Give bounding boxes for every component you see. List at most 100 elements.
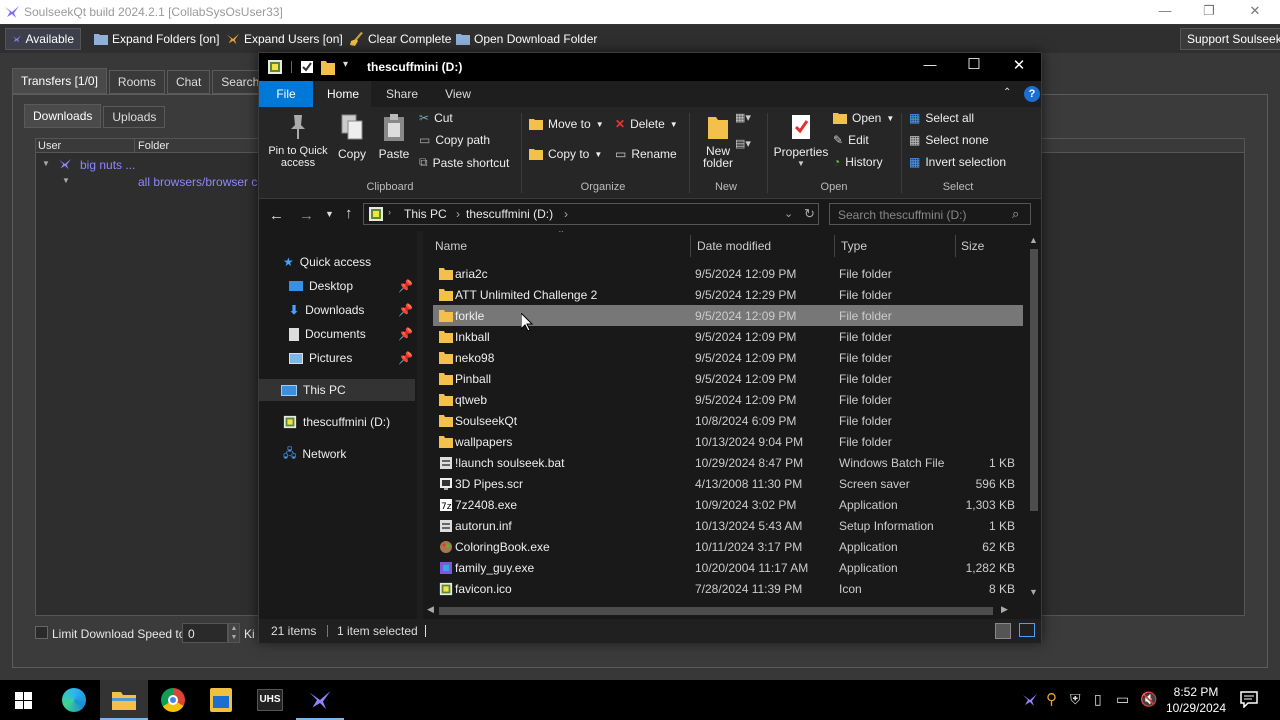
expand-users-button[interactable]: Expand Users [on]: [220, 28, 349, 50]
tray-search-icon[interactable]: ⚲: [1046, 690, 1057, 708]
pin-icon[interactable]: 📌: [398, 327, 413, 341]
tab-share[interactable]: Share: [375, 81, 429, 107]
file-row[interactable]: 7z 7z2408.exe 10/9/2024 3:02 PM Application…: [433, 494, 1023, 515]
tab-transfers[interactable]: Transfers [1/0]: [12, 68, 107, 94]
tab-chat[interactable]: Chat: [166, 70, 211, 94]
pin-quick-access-button[interactable]: Pin to Quick access: [265, 113, 331, 169]
search-box[interactable]: Search thescuffmini (D:) ⌕: [829, 203, 1031, 225]
tab-file[interactable]: File: [259, 81, 313, 107]
vertical-scroll-thumb[interactable]: [1030, 249, 1038, 511]
chrome-browser-icon[interactable]: [161, 688, 185, 712]
nav-network[interactable]: 🖧 Network: [283, 443, 346, 465]
taskbar-explorer-button[interactable]: [100, 680, 148, 720]
copy-button[interactable]: Copy: [335, 113, 369, 161]
tab-home[interactable]: Home: [315, 81, 371, 107]
explorer-close-button[interactable]: ✕: [1004, 56, 1034, 76]
edge-browser-icon[interactable]: [62, 688, 86, 712]
recent-locations-icon[interactable]: ▼: [325, 209, 334, 219]
refresh-icon[interactable]: ↻: [804, 206, 815, 222]
tab-downloads[interactable]: Downloads: [24, 104, 102, 128]
edit-button[interactable]: ✎ Edit: [833, 133, 869, 147]
column-date[interactable]: Date modified: [697, 239, 771, 253]
search-input[interactable]: Search thescuffmini (D:): [838, 208, 967, 222]
scroll-down-icon[interactable]: ▼: [1029, 587, 1038, 597]
tray-soulseek-icon[interactable]: [1022, 692, 1038, 708]
expand-folders-button[interactable]: Expand Folders [on]: [88, 28, 225, 50]
file-row[interactable]: Pinball 9/5/2024 12:09 PM File folder: [433, 368, 1023, 389]
new-folder-quick-icon[interactable]: [321, 59, 335, 75]
large-icons-view-icon[interactable]: [1019, 623, 1035, 637]
explorer-maximize-button[interactable]: ☐: [959, 55, 989, 75]
status-button[interactable]: Available: [5, 28, 81, 50]
nav-documents[interactable]: Documents 📌: [289, 323, 413, 345]
pin-icon[interactable]: 📌: [398, 279, 413, 293]
tab-rooms[interactable]: Rooms: [108, 70, 165, 94]
nav-drive[interactable]: thescuffmini (D:): [283, 411, 390, 433]
move-to-button[interactable]: Move to ▼: [529, 117, 604, 131]
scroll-right-icon[interactable]: ▶: [1001, 604, 1008, 615]
file-row[interactable]: qtweb 9/5/2024 12:09 PM File folder: [433, 389, 1023, 410]
scroll-left-icon[interactable]: ◀: [427, 604, 434, 615]
breadcrumb-drive[interactable]: thescuffmini (D:): [466, 207, 553, 221]
nav-desktop[interactable]: Desktop 📌: [289, 275, 413, 297]
cut-button[interactable]: ✂ Cut: [419, 111, 453, 125]
select-none-button[interactable]: ▦ Select none: [909, 133, 989, 147]
delete-button[interactable]: ✕ Delete ▼: [615, 117, 678, 131]
file-list[interactable]: Name ⌃ Date modified Type Size aria2c 9/5…: [423, 231, 1027, 623]
properties-button[interactable]: Properties ▼: [773, 113, 829, 168]
file-row[interactable]: !launch soulseek.bat 10/29/2024 8:47 PM Wi…: [433, 452, 1023, 473]
copy-to-button[interactable]: Copy to ▼: [529, 147, 602, 161]
file-row[interactable]: SoulseekQt 10/8/2024 6:09 PM File folder: [433, 410, 1023, 431]
pin-icon[interactable]: 📌: [398, 351, 413, 365]
store-icon[interactable]: [210, 688, 232, 712]
file-row[interactable]: ATT Unlimited Challenge 2 9/5/2024 12:29 …: [433, 284, 1023, 305]
download-user[interactable]: big nuts ...: [80, 158, 135, 172]
breadcrumb-this-pc[interactable]: This PC: [404, 207, 447, 221]
column-divider[interactable]: [690, 235, 691, 257]
support-soulseek-button[interactable]: Support Soulseek!: [1180, 28, 1280, 50]
address-dropdown-icon[interactable]: ⌄: [784, 207, 793, 220]
column-type[interactable]: Type: [841, 239, 867, 253]
collapse-ribbon-icon[interactable]: ⌃: [1003, 87, 1011, 98]
column-user[interactable]: User: [38, 140, 61, 152]
tray-device-icon[interactable]: ▯: [1094, 691, 1102, 708]
tab-uploads[interactable]: Uploads: [103, 106, 166, 128]
column-folder[interactable]: Folder: [138, 140, 169, 152]
horizontal-scroll-thumb[interactable]: [439, 607, 993, 615]
copy-path-button[interactable]: ▭ Copy path: [419, 133, 490, 147]
taskbar-soulseek-button[interactable]: [296, 680, 344, 720]
clear-complete-button[interactable]: Clear Complete: [344, 28, 457, 50]
scroll-up-icon[interactable]: ▲: [1029, 235, 1038, 245]
nav-downloads[interactable]: ⬇ Downloads 📌: [289, 299, 413, 321]
uhs-app-icon[interactable]: UHS: [257, 689, 283, 711]
file-row[interactable]: favicon.ico 7/28/2024 11:39 PM Icon 8 KB: [433, 578, 1023, 599]
nav-this-pc[interactable]: This PC: [259, 379, 415, 401]
file-row[interactable]: aria2c 9/5/2024 12:09 PM File folder: [433, 263, 1023, 284]
back-arrow-icon[interactable]: ←: [269, 207, 284, 224]
limit-spinner[interactable]: ▲ ▼: [228, 623, 240, 643]
limit-speed-checkbox[interactable]: [35, 626, 48, 639]
new-item-icon[interactable]: ▦▾: [735, 111, 751, 124]
tray-volume-muted-icon[interactable]: 🔇: [1140, 691, 1157, 708]
tray-network-icon[interactable]: ▭: [1116, 691, 1129, 708]
select-all-button[interactable]: ▦ Select all: [909, 111, 974, 125]
file-row[interactable]: wallpapers 10/13/2024 9:04 PM File folder: [433, 431, 1023, 452]
windows-start-icon[interactable]: [15, 692, 32, 709]
download-folder[interactable]: all browsers/browser c...: [138, 175, 267, 189]
open-button[interactable]: Open ▼: [833, 111, 894, 125]
column-size[interactable]: Size: [961, 239, 984, 253]
vertical-scrollbar[interactable]: ▲ ▼: [1027, 231, 1041, 623]
forward-arrow-icon[interactable]: →: [299, 207, 314, 224]
file-row[interactable]: ColoringBook.exe 10/11/2024 3:17 PM Applic…: [433, 536, 1023, 557]
details-view-icon[interactable]: [995, 623, 1011, 639]
column-divider[interactable]: [134, 139, 135, 153]
help-icon[interactable]: ?: [1024, 86, 1040, 102]
tab-view[interactable]: View: [431, 81, 485, 107]
invert-selection-button[interactable]: ▦ Invert selection: [909, 155, 1006, 169]
rename-button[interactable]: ▭ Rename: [615, 147, 677, 161]
nav-quick-access[interactable]: ★ Quick access: [283, 251, 371, 273]
tray-security-icon[interactable]: ⛨: [1070, 691, 1081, 708]
easy-access-icon[interactable]: ▤▾: [735, 137, 751, 150]
column-name[interactable]: Name: [435, 239, 467, 253]
file-row[interactable]: neko98 9/5/2024 12:09 PM File folder: [433, 347, 1023, 368]
